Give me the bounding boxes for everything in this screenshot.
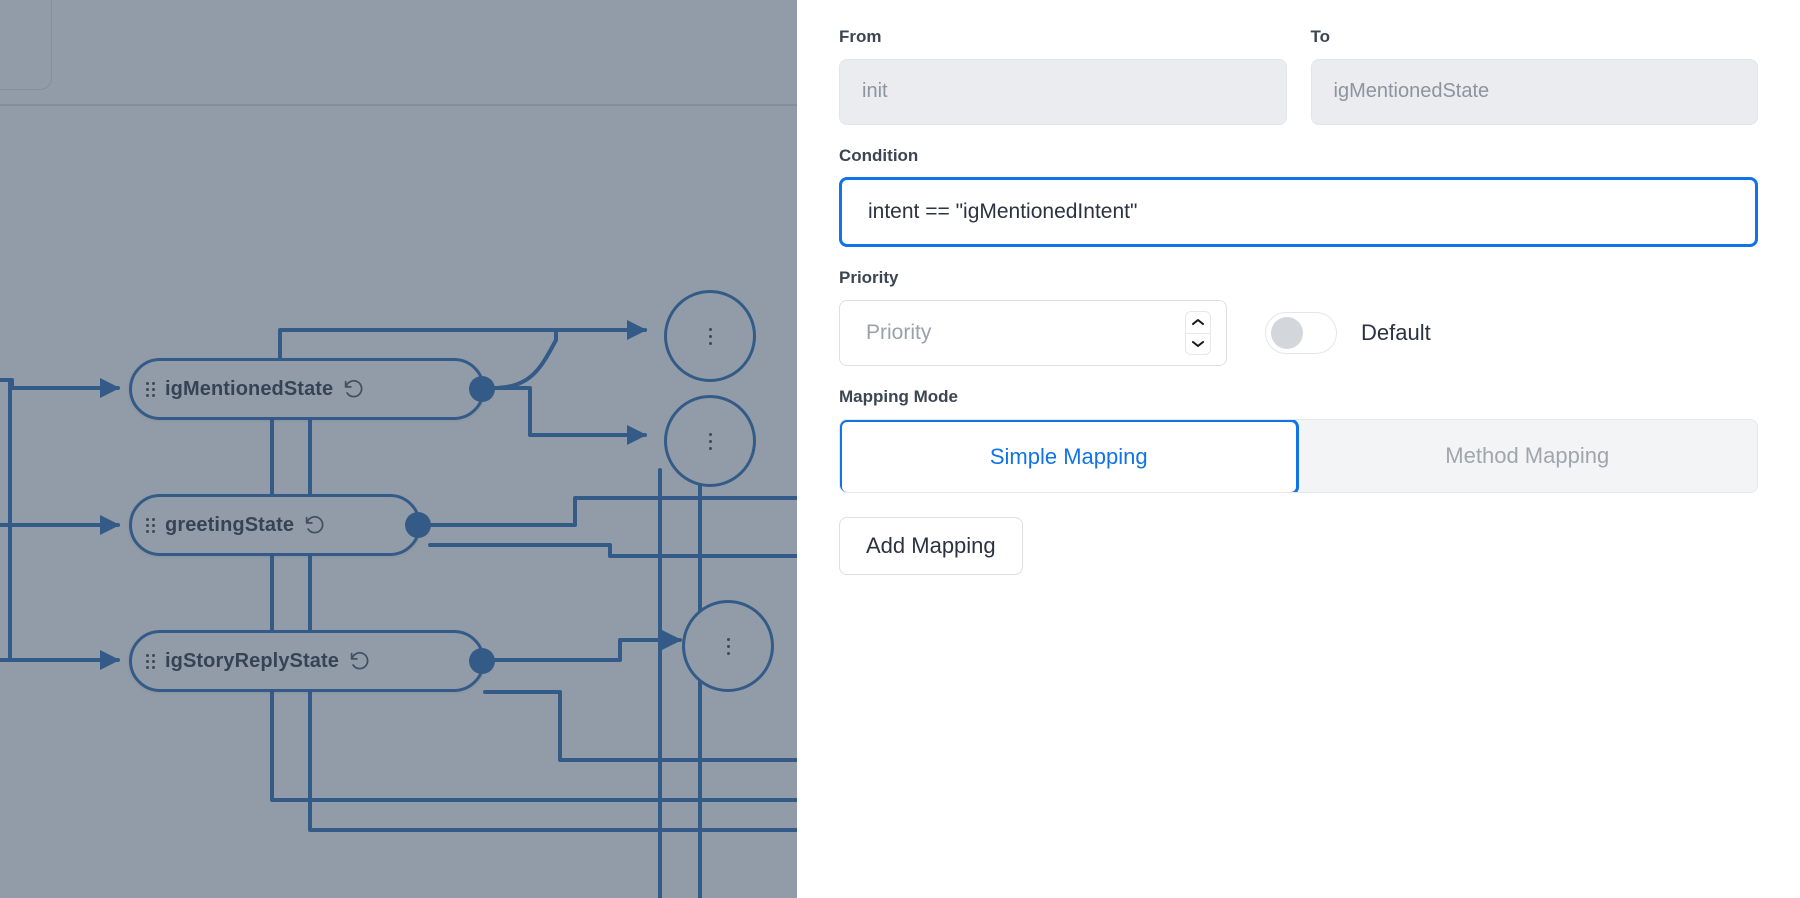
toggle-knob xyxy=(1271,317,1303,350)
priority-input[interactable] xyxy=(839,300,1227,367)
quantity-stepper[interactable] xyxy=(1185,311,1211,356)
condition-label: Condition xyxy=(839,145,919,165)
graph-canvas[interactable]: igMentionedState greetingState igStoryRe… xyxy=(0,0,797,898)
graph-node-circle[interactable] xyxy=(682,600,774,692)
default-toggle-group: Default xyxy=(1265,312,1431,355)
chevron-down-icon xyxy=(1192,340,1204,347)
graph-node-label: greetingState xyxy=(165,513,295,536)
reset-icon[interactable] xyxy=(304,515,325,536)
graph-node-label: igStoryReplyState xyxy=(165,649,339,672)
default-toggle-label: Default xyxy=(1361,320,1431,346)
graph-node-label: igMentionedState xyxy=(165,377,334,400)
node-output-port[interactable] xyxy=(469,648,495,674)
transition-editor-screen: igMentionedState greetingState igStoryRe… xyxy=(0,0,1800,898)
stepper-up-button[interactable] xyxy=(1186,312,1210,333)
drag-grip-icon xyxy=(146,653,155,669)
to-label: To xyxy=(1310,27,1331,46)
tab-simple-mapping[interactable]: Simple Mapping xyxy=(840,419,1299,492)
chevron-up-icon xyxy=(1192,319,1204,326)
node-output-port[interactable] xyxy=(469,376,495,402)
reset-icon[interactable] xyxy=(349,651,370,672)
node-output-port[interactable] xyxy=(405,512,431,538)
transition-edit-panel: From To Condition Priority xyxy=(797,0,1800,898)
from-input[interactable] xyxy=(839,58,1287,125)
drag-grip-icon xyxy=(726,637,730,655)
from-to-row: From To xyxy=(839,27,1758,125)
condition-field-group: Condition xyxy=(839,145,1758,248)
to-input[interactable] xyxy=(1310,58,1758,125)
drag-grip-icon xyxy=(708,327,712,345)
priority-input-wrap xyxy=(839,300,1227,367)
stepper-down-button[interactable] xyxy=(1186,334,1210,355)
drag-grip-icon xyxy=(146,517,155,533)
reset-icon[interactable] xyxy=(343,379,364,400)
mapping-mode-label: Mapping Mode xyxy=(839,387,958,407)
default-toggle[interactable] xyxy=(1265,312,1337,355)
graph-node-greetingstate[interactable]: greetingState xyxy=(129,494,431,556)
to-field-group: To xyxy=(1310,27,1758,125)
drag-grip-icon xyxy=(708,432,712,450)
from-field-group: From xyxy=(839,27,1287,125)
graph-canvas-inner: igMentionedState greetingState igStoryRe… xyxy=(0,0,797,898)
condition-input[interactable] xyxy=(839,177,1758,248)
priority-field-group: Priority Priority Default xyxy=(839,268,1758,367)
drag-grip-icon xyxy=(146,381,155,397)
add-mapping-button[interactable]: Add Mapping xyxy=(839,516,1023,575)
mapping-mode-group: Mapping Mode Simple Mapping Method Mappi… xyxy=(839,387,1758,493)
graph-node-igmentionedstate[interactable]: igMentionedState xyxy=(129,358,495,420)
graph-node-igstoryreplystate[interactable]: igStoryReplyState xyxy=(129,630,495,692)
graph-node-circle[interactable] xyxy=(664,290,756,382)
mapping-mode-segmented-control[interactable]: Simple Mapping Method Mapping xyxy=(839,418,1758,493)
from-label: From xyxy=(839,27,882,46)
graph-node-circle[interactable] xyxy=(664,395,756,487)
priority-label: Priority xyxy=(839,268,899,288)
tab-method-mapping[interactable]: Method Mapping xyxy=(1298,420,1758,492)
priority-row: Default xyxy=(839,300,1758,367)
